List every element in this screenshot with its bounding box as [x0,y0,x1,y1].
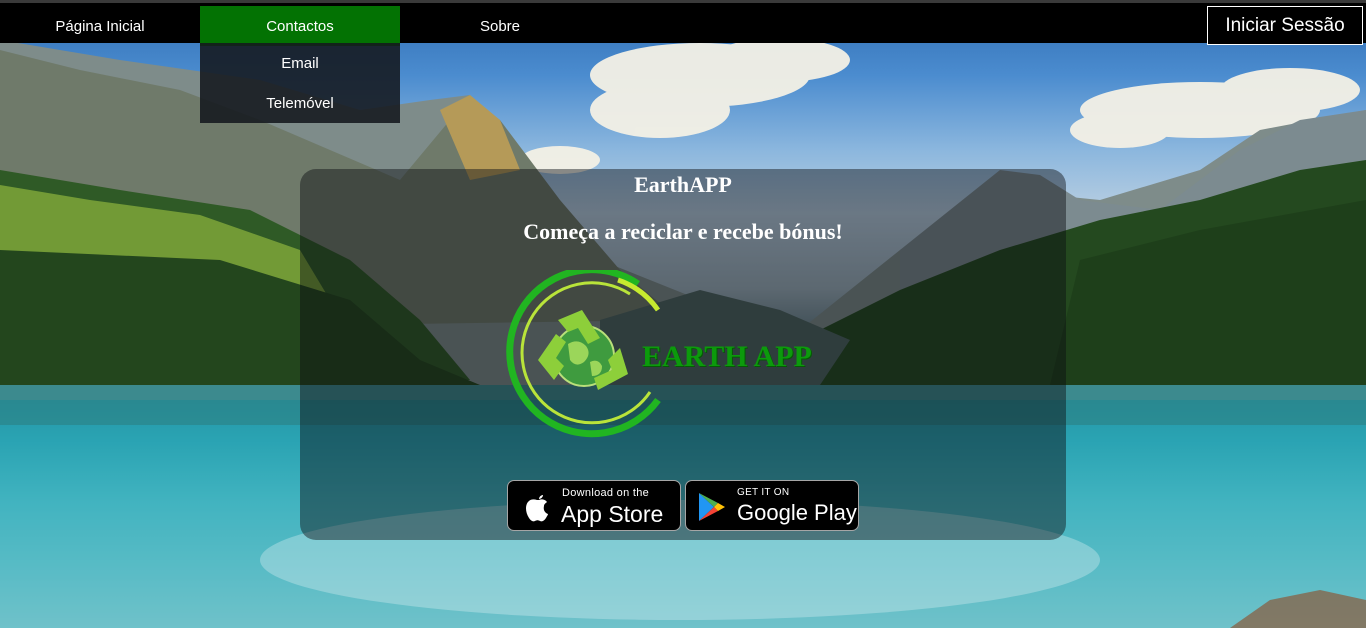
contacts-dropdown-menu: Email Telemóvel [200,43,400,123]
google-play-label: Google Play [737,500,857,525]
google-play-button[interactable]: GET IT ON Google Play [685,480,859,531]
nav-home-link[interactable]: Página Inicial [0,6,200,46]
google-play-caption: GET IT ON [737,487,790,498]
nav-about-link[interactable]: Sobre [400,6,600,46]
login-button[interactable]: Iniciar Sessão [1207,6,1363,45]
app-store-label: App Store [561,501,664,527]
app-subtitle: Começa a reciclar e recebe bónus! [523,219,843,244]
google-play-icon [699,493,725,521]
app-store-caption: Download on the [562,487,650,499]
logo-wordmark: EARTH APP [642,340,812,373]
dropdown-item-email[interactable]: Email [200,43,400,83]
app-title: EarthAPP [634,172,732,197]
dropdown-item-phone[interactable]: Telemóvel [200,83,400,123]
apple-icon [526,495,548,522]
top-navigation-bar: Página Inicial Contactos Sobre Iniciar S… [0,0,1366,46]
nav-contacts-link[interactable]: Contactos [200,6,400,46]
app-store-button[interactable]: Download on the App Store [507,480,681,531]
